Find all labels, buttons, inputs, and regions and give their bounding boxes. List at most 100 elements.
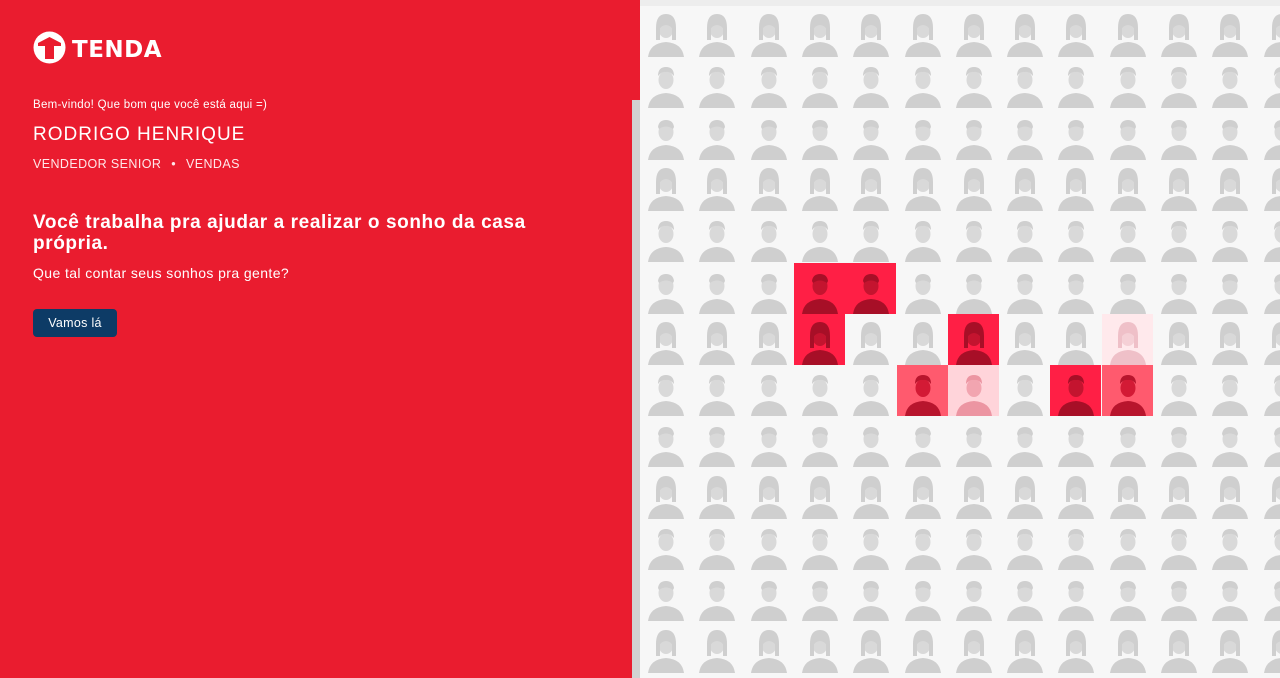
portrait-icon bbox=[801, 67, 838, 109]
portrait-icon bbox=[904, 321, 941, 365]
portrait-icon bbox=[1161, 321, 1197, 365]
portrait-tile bbox=[845, 108, 897, 160]
portrait-icon bbox=[1263, 67, 1280, 109]
user-role: VENDEDOR SENIOR bbox=[33, 157, 162, 171]
portrait-tile bbox=[793, 211, 845, 263]
portrait-icon bbox=[1007, 529, 1044, 570]
portrait-icon bbox=[648, 167, 684, 211]
portrait-tile bbox=[896, 621, 948, 673]
portrait-tile bbox=[640, 621, 691, 673]
portrait-tile bbox=[1101, 57, 1153, 109]
portrait-tile bbox=[793, 6, 845, 57]
portrait-icon bbox=[904, 273, 941, 314]
portrait-icon bbox=[955, 14, 992, 57]
portrait-icon bbox=[955, 221, 992, 263]
portrait-tile bbox=[742, 6, 794, 57]
portrait-icon bbox=[904, 67, 941, 109]
portrait-icon bbox=[750, 14, 787, 57]
portrait-tile bbox=[1153, 57, 1204, 109]
portrait-tile bbox=[947, 467, 999, 519]
portrait-icon bbox=[1007, 167, 1044, 211]
portrait-icon bbox=[801, 321, 838, 365]
headline: Você trabalha pra ajudar a realizar o so… bbox=[33, 212, 526, 254]
portrait-tile bbox=[1101, 108, 1153, 160]
portrait-tile bbox=[947, 416, 999, 468]
portrait-tile bbox=[845, 570, 897, 622]
portrait-tile bbox=[999, 313, 1051, 365]
portrait-icon bbox=[1161, 475, 1197, 519]
portrait-icon bbox=[1007, 629, 1044, 673]
portrait-icon bbox=[955, 629, 992, 673]
portrait-tile bbox=[742, 262, 794, 314]
user-role-line: VENDEDOR SENIOR • VENDAS bbox=[33, 157, 240, 171]
portrait-icon bbox=[1161, 67, 1197, 109]
portrait-tile bbox=[1050, 313, 1102, 365]
portrait-icon bbox=[699, 167, 736, 211]
portrait-tile bbox=[1204, 159, 1256, 211]
portrait-tile bbox=[947, 108, 999, 160]
portrait-tile bbox=[1204, 519, 1256, 570]
portrait-tile bbox=[896, 108, 948, 160]
tenda-house-logo-icon bbox=[33, 31, 66, 69]
portrait-icon bbox=[1007, 427, 1044, 468]
portrait-tile bbox=[999, 211, 1051, 263]
portrait-icon bbox=[699, 581, 736, 622]
portrait-tile bbox=[1255, 365, 1280, 417]
portrait-tile bbox=[1050, 621, 1102, 673]
portrait-tile bbox=[691, 467, 743, 519]
portrait-tile bbox=[1204, 467, 1256, 519]
portrait-icon bbox=[1161, 427, 1197, 468]
photo-mosaic-panel bbox=[640, 0, 1280, 678]
portrait-tile bbox=[1204, 365, 1256, 417]
portrait-icon bbox=[1058, 427, 1095, 468]
portrait-tile bbox=[691, 365, 743, 417]
brand-logo[interactable]: TENDA bbox=[33, 31, 162, 69]
portrait-tile bbox=[793, 570, 845, 622]
portrait-icon bbox=[1263, 321, 1280, 365]
scrollbar[interactable] bbox=[632, 100, 640, 678]
portrait-icon bbox=[1212, 427, 1249, 468]
portrait-icon bbox=[801, 221, 838, 263]
portrait-tile bbox=[1050, 365, 1102, 417]
portrait-tile bbox=[640, 57, 691, 109]
portrait-tile bbox=[691, 570, 743, 622]
portrait-tile bbox=[1101, 211, 1153, 263]
portrait-tile bbox=[793, 621, 845, 673]
portrait-tile bbox=[1153, 6, 1204, 57]
portrait-icon bbox=[1263, 119, 1280, 160]
portrait-tile bbox=[742, 108, 794, 160]
portrait-tile bbox=[1101, 6, 1153, 57]
portrait-icon bbox=[1007, 581, 1044, 622]
portrait-icon bbox=[1161, 629, 1197, 673]
portrait-icon bbox=[1263, 375, 1280, 417]
portrait-tile bbox=[947, 6, 999, 57]
portrait-icon bbox=[1109, 321, 1146, 365]
vamos-la-button[interactable]: Vamos lá bbox=[33, 309, 117, 337]
portrait-icon bbox=[1212, 167, 1249, 211]
portrait-icon bbox=[1263, 168, 1280, 211]
portrait-icon bbox=[750, 427, 787, 468]
portrait-icon bbox=[750, 167, 787, 211]
portrait-tile bbox=[1255, 159, 1280, 211]
portrait-tile bbox=[896, 313, 948, 365]
portrait-icon bbox=[1212, 581, 1249, 622]
portrait-tile bbox=[1153, 108, 1204, 160]
portrait-tile bbox=[1255, 416, 1280, 468]
portrait-tile bbox=[793, 416, 845, 468]
portrait-tile bbox=[1101, 519, 1153, 570]
portrait-tile bbox=[896, 159, 948, 211]
portrait-icon bbox=[904, 221, 941, 263]
portrait-tile bbox=[691, 313, 743, 365]
portrait-icon bbox=[699, 67, 736, 109]
user-department: VENDAS bbox=[186, 157, 240, 171]
portrait-icon bbox=[1212, 475, 1249, 519]
portrait-icon bbox=[1007, 119, 1044, 160]
portrait-icon bbox=[853, 629, 890, 673]
portrait-icon bbox=[1058, 167, 1095, 211]
portrait-tile bbox=[999, 57, 1051, 109]
portrait-tile bbox=[1050, 519, 1102, 570]
portrait-tile bbox=[999, 108, 1051, 160]
portrait-tile bbox=[1204, 313, 1256, 365]
portrait-icon bbox=[801, 14, 838, 57]
user-name: RODRIGO HENRIQUE bbox=[33, 124, 246, 145]
